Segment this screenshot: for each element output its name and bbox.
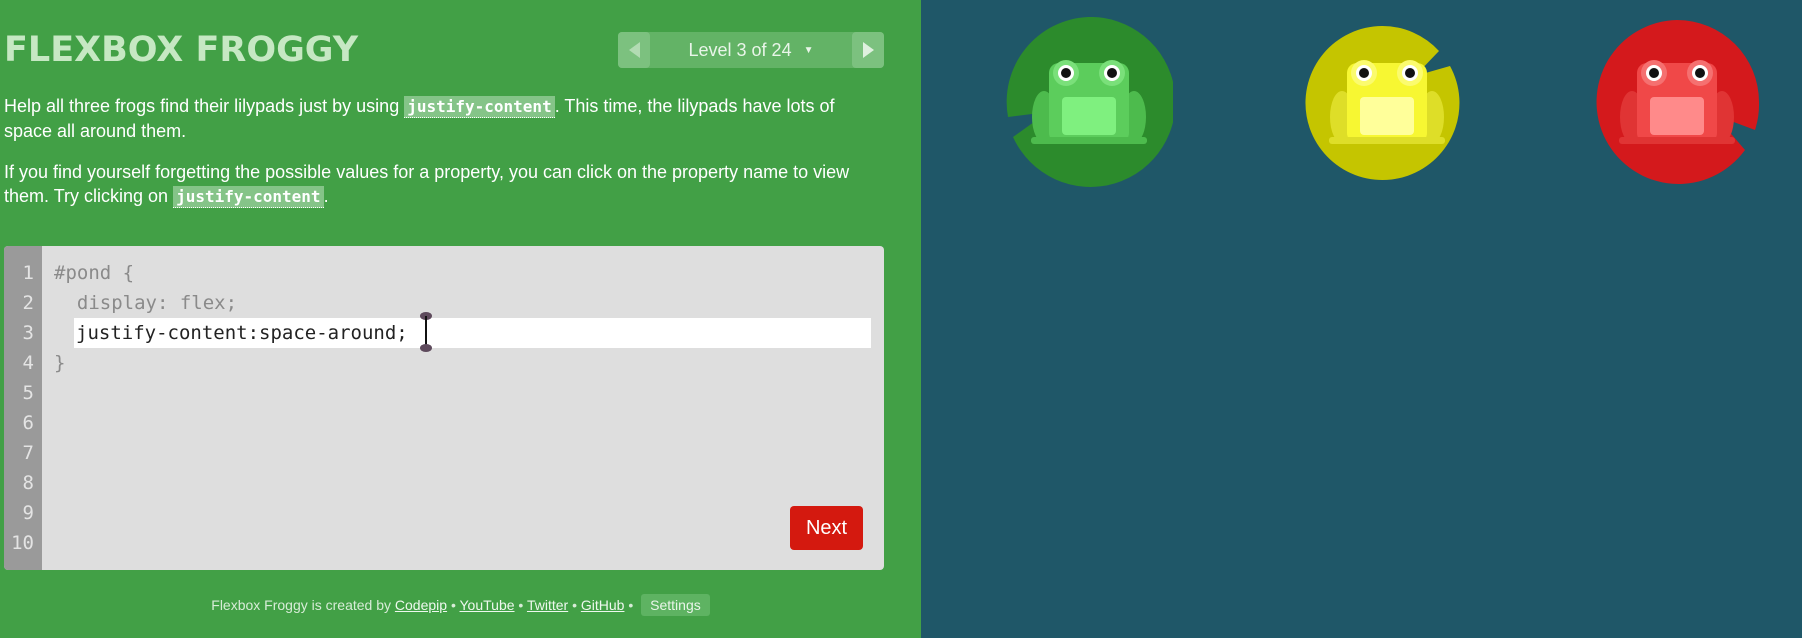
frog-green bbox=[1031, 60, 1147, 144]
youtube-link[interactable]: YouTube bbox=[460, 597, 515, 613]
instructions-paragraph-1: Help all three frogs find their lilypads… bbox=[4, 94, 884, 143]
line-number: 8 bbox=[22, 472, 34, 494]
instruction-text: Help all three frogs find their lilypads… bbox=[4, 96, 405, 116]
arrow-left-icon bbox=[628, 42, 640, 58]
footer-separator: • bbox=[450, 597, 456, 613]
code-line-2: display: flex; bbox=[54, 292, 238, 314]
footer-credit-text: Flexbox Froggy is created by bbox=[211, 597, 392, 613]
footer: Flexbox Froggy is created by Codepip • Y… bbox=[0, 594, 921, 616]
line-number: 1 bbox=[22, 262, 34, 284]
twitter-link[interactable]: Twitter bbox=[527, 597, 568, 613]
footer-separator: • bbox=[572, 597, 577, 613]
app-title: FLEXBOX FROGGY bbox=[4, 30, 359, 70]
property-help-justify-content[interactable]: justify-content bbox=[404, 96, 555, 118]
level-dropdown[interactable]: Level 3 of 24 ▼ bbox=[650, 32, 852, 68]
pond bbox=[921, 0, 1802, 638]
footer-separator: • bbox=[518, 597, 524, 613]
line-number: 3 bbox=[22, 322, 34, 344]
level-navigator: Level 3 of 24 ▼ bbox=[618, 32, 884, 68]
level-indicator: Level 3 of 24 bbox=[688, 39, 792, 60]
github-link[interactable]: GitHub bbox=[581, 597, 625, 613]
code-line-4: } bbox=[54, 352, 66, 374]
instruction-text: If you find yourself forgetting the poss… bbox=[4, 162, 850, 206]
property-help-justify-content[interactable]: justify-content bbox=[173, 186, 324, 208]
line-number: 5 bbox=[22, 382, 34, 404]
line-number: 7 bbox=[22, 442, 34, 464]
frog-yellow bbox=[1329, 60, 1445, 144]
instructions-paragraph-2: If you find yourself forgetting the poss… bbox=[4, 160, 884, 209]
css-editor: 1 2 3 4 5 6 7 8 9 10 #pond { display: fl… bbox=[4, 246, 884, 570]
line-number-gutter: 1 2 3 4 5 6 7 8 9 10 bbox=[4, 246, 42, 570]
line-number: 10 bbox=[11, 532, 34, 554]
footer-separator: • bbox=[628, 597, 634, 613]
caret-down-icon: ▼ bbox=[803, 44, 814, 56]
instruction-text: . bbox=[323, 186, 329, 206]
arrow-right-icon bbox=[862, 42, 874, 58]
next-level-button[interactable] bbox=[852, 32, 884, 68]
line-number: 4 bbox=[22, 352, 34, 374]
next-button[interactable]: Next bbox=[790, 506, 863, 550]
previous-level-button[interactable] bbox=[618, 32, 650, 68]
settings-button[interactable]: Settings bbox=[641, 594, 710, 616]
line-number: 2 bbox=[22, 292, 34, 314]
code-input-wrapper bbox=[74, 318, 871, 348]
code-line-1: #pond { bbox=[54, 262, 135, 284]
sidebar: FLEXBOX FROGGY Level 3 of 24 ▼ Help all … bbox=[0, 0, 921, 638]
codepip-link[interactable]: Codepip bbox=[395, 597, 447, 613]
line-number: 6 bbox=[22, 412, 34, 434]
css-code-input[interactable] bbox=[74, 318, 871, 348]
frog-red bbox=[1619, 60, 1735, 144]
text-cursor bbox=[420, 312, 432, 352]
line-number: 9 bbox=[22, 502, 34, 524]
